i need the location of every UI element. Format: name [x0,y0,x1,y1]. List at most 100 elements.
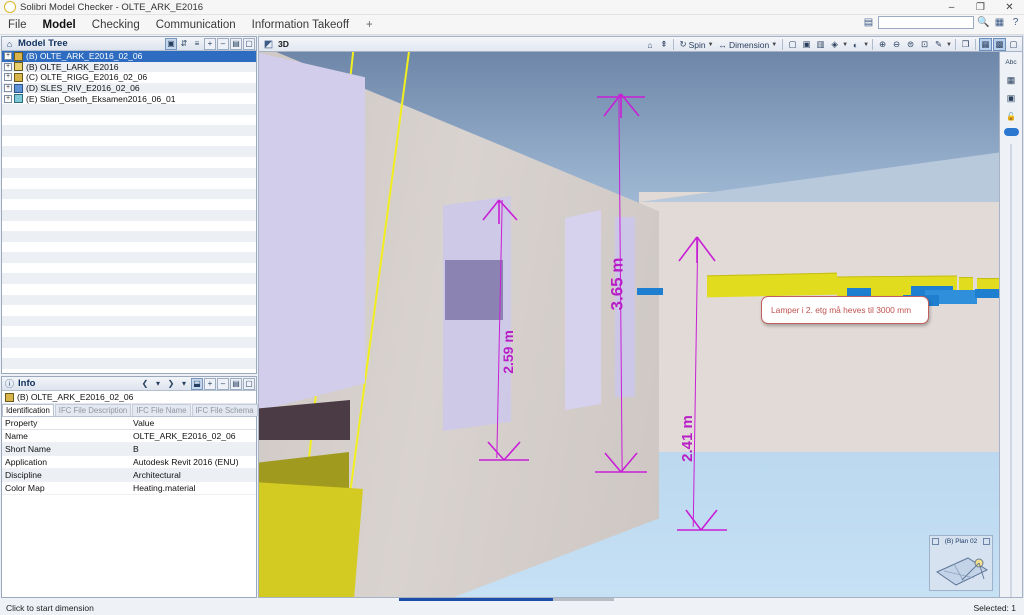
zoom-in-icon[interactable]: ⊕ [876,38,889,51]
search-input[interactable] [878,16,974,29]
tree-item-sles-riv[interactable]: + (D) SLES_RIV_E2016_02_06 [2,82,256,94]
pin-icon[interactable]: ⬓ [191,378,203,390]
menu-file[interactable]: File [0,15,35,35]
dimension-tool[interactable]: ↔ Dimension ▼ [717,38,780,51]
text-label-icon[interactable]: Abc [1003,55,1019,69]
zoom-out-icon[interactable]: ⊖ [890,38,903,51]
3d-viewport[interactable]: 2.59 m 3.65 m 2.41 m Lamper i 2. etg må … [258,51,1000,598]
title-bar: Solibri Model Checker - OLTE_ARK_E2016 –… [0,0,1024,15]
back-icon[interactable]: ❮ [139,378,151,390]
shading-solid-icon[interactable]: ▢ [786,38,799,51]
property-value: OLTE_ARK_E2016_02_06 [130,429,256,443]
scene-slab-yellow [259,482,363,597]
home-view-icon[interactable]: ⌂ [643,38,656,51]
tree-item-stian-oseth[interactable]: + (E) Stian_Oseth_Eksamen2016_06_01 [2,93,256,104]
grid-toggle-icon[interactable]: ▦ [979,38,992,51]
menu-information-takeoff[interactable]: Information Takeoff [244,15,357,35]
ifc-file-icon [14,62,23,72]
dimension-arrow-259-bottom [479,441,529,461]
column-property: Property [2,417,130,430]
image-save-icon[interactable]: ▣ [1003,91,1019,105]
cube-3d-icon: ◩ [263,38,274,50]
collapse-all-icon[interactable]: – [217,378,229,390]
expander-icon[interactable]: + [4,52,12,61]
3d-scene: 2.59 m 3.65 m 2.41 m Lamper i 2. etg må … [259,52,999,597]
detach-view-icon[interactable]: ▢ [1007,38,1020,51]
shading-wire-icon[interactable]: ▥ [814,38,827,51]
tab-ifc-file-schema[interactable]: IFC File Schema [191,404,258,416]
help-icon[interactable]: ? [1009,16,1022,29]
expander-icon[interactable]: + [4,62,12,71]
tree-item-olte-rigg[interactable]: + (C) OLTE_RIGG_E2016_02_06 [2,72,256,83]
layout-icon[interactable]: ▤ [230,378,242,390]
application-window: Solibri Model Checker - OLTE_ARK_E2016 –… [0,0,1024,615]
property-name: Short Name [2,442,130,456]
select-mode-icon[interactable]: ▣ [165,38,177,50]
chevron-down-icon[interactable]: ▼ [946,42,952,48]
grid-pattern-icon[interactable]: ▦ [1003,73,1019,87]
viewport-tab[interactable]: ◩ 3D [259,38,289,51]
chevron-down-icon[interactable]: ▼ [842,42,848,48]
info-selection-row: (B) OLTE_ARK_E2016_02_06 [2,391,256,404]
scene-fitting-blue-11 [847,288,871,296]
side-scroll-rail[interactable] [1010,144,1012,597]
find-icon[interactable]: 🔍 [977,16,990,29]
tree-item-olte-lark[interactable]: + (B) OLTE_LARK_E2016 [2,61,256,73]
expand-level-icon[interactable]: ▤ [230,38,242,50]
navcube-corner-tr[interactable] [983,538,990,545]
close-button[interactable]: ✕ [995,0,1024,15]
expander-icon[interactable]: + [4,94,12,103]
lock-open-icon[interactable]: 🔓 [1003,109,1019,123]
save-icon[interactable]: ▦ [993,16,1006,29]
zoom-fit-icon[interactable]: ⊜ [904,38,917,51]
table-row[interactable]: Short Name B [2,442,256,456]
chevron-down-icon[interactable]: ▼ [863,42,869,48]
layout-icon[interactable]: ▤ [862,16,875,29]
menu-model[interactable]: Model [35,15,84,35]
maximize-button[interactable]: ❐ [966,0,995,15]
property-name: Color Map [2,481,130,495]
chevron-down-icon[interactable]: ▼ [771,42,777,48]
view-toggle-switch[interactable] [1003,128,1019,136]
expand-all-icon[interactable]: + [204,378,216,390]
copy-view-icon[interactable]: ❐ [959,38,972,51]
tab-identification[interactable]: Identification [2,404,54,416]
marker-toggle-icon[interactable]: ▩ [993,38,1006,51]
menu-add-tab[interactable]: + [357,15,382,35]
hierarchy-icon[interactable]: ⇵ [178,38,190,50]
tab-ifc-file-name[interactable]: IFC File Name [132,404,191,416]
expander-icon[interactable]: + [4,73,12,82]
expander-icon[interactable]: + [4,84,12,93]
tab-ifc-file-description[interactable]: IFC File Description [54,404,132,416]
forward-chevron-down-icon[interactable]: ▾ [178,378,190,390]
menu-checking[interactable]: Checking [84,15,148,35]
shading-hidden-icon[interactable]: ▣ [800,38,813,51]
detach-icon[interactable]: ▢ [243,38,255,50]
table-row[interactable]: Name OLTE_ARK_E2016_02_06 [2,429,256,443]
chevron-down-icon[interactable]: ▼ [708,42,714,48]
collapse-all-icon[interactable]: – [217,38,229,50]
spin-tool[interactable]: ↻ Spin ▼ [677,38,715,51]
section-tool-icon[interactable]: ✎ [932,38,945,51]
model-tree-list[interactable]: + (B) OLTE_ARK_E2016_02_06 + (B) OLTE_LA… [2,51,256,373]
expand-all-icon[interactable]: + [204,38,216,50]
forward-icon[interactable]: ❯ [165,378,177,390]
table-row[interactable]: Color Map Heating.material [2,481,256,495]
transparency-icon[interactable]: ◈ [828,38,841,51]
info-panel-title: Info [18,378,36,389]
render-style-icon[interactable]: ◐ [849,38,862,51]
annotation-callout[interactable]: Lamper i 2. etg må heves til 3000 mm [761,296,929,325]
filter-icon[interactable]: ≡ [191,38,203,50]
tree-row-empty [2,358,256,369]
table-row[interactable]: Application Autodesk Revit 2016 (ENU) [2,455,256,469]
navcube-corner-tl[interactable] [932,538,939,545]
back-chevron-down-icon[interactable]: ▾ [152,378,164,390]
detach-icon[interactable]: ▢ [243,378,255,390]
table-row[interactable]: Discipline Architectural [2,468,256,482]
tree-item-olte-ark[interactable]: + (B) OLTE_ARK_E2016_02_06 [2,51,256,62]
walk-icon[interactable]: ⇞ [657,38,670,51]
menu-communication[interactable]: Communication [148,15,244,35]
minimize-button[interactable]: – [937,0,966,15]
zoom-window-icon[interactable]: ⊡ [918,38,931,51]
navigation-cube[interactable]: (B) Plan 02 [929,535,993,591]
